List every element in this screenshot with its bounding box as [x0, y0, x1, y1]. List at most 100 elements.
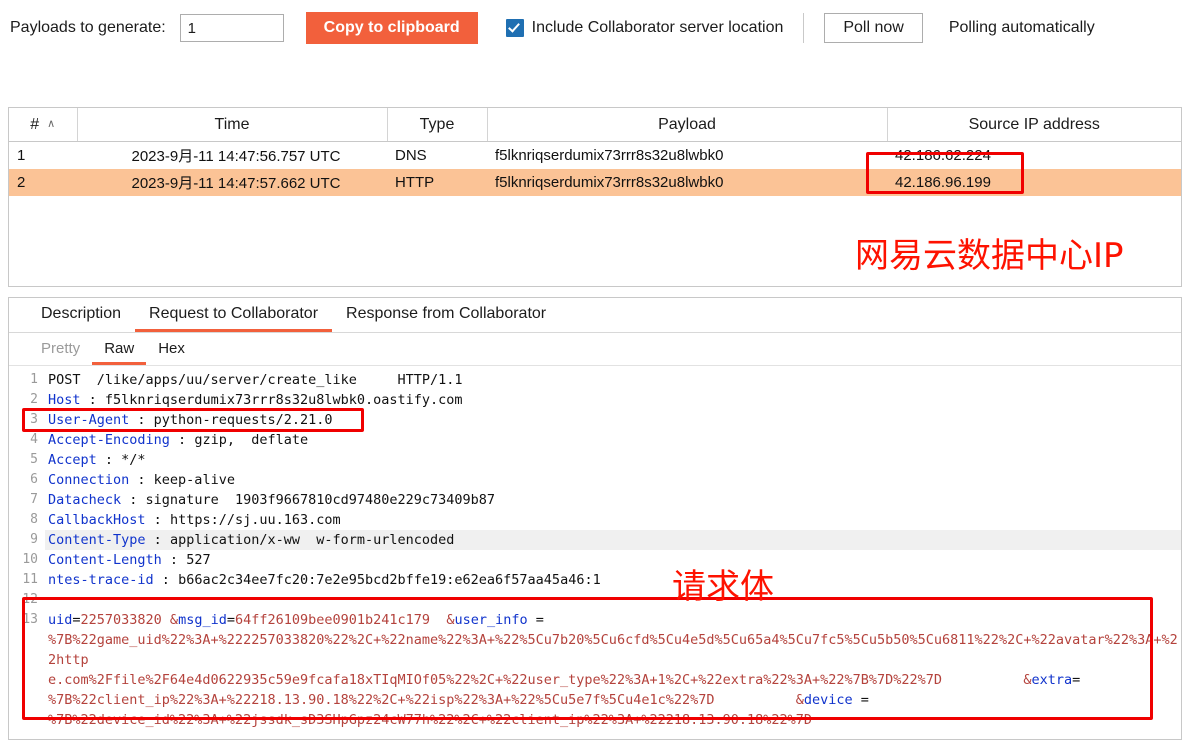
- request-header-text: POST /like/apps/uu/server/create_like HT…: [48, 372, 463, 388]
- header-value: f5lknriqserdumix73rrr8s32u8lwbk0.oastify…: [104, 392, 463, 408]
- body-param-value: 2257033820 &: [80, 612, 179, 628]
- line-number: 4: [30, 432, 38, 447]
- header-separator: :: [145, 532, 170, 548]
- interactions-table[interactable]: # ∧ Time Type Payload Source IP address 1…: [9, 108, 1181, 196]
- request-header-line: 11 ntes-trace-id : b66ac2c34ee7fc20:7e2e9…: [9, 570, 1181, 590]
- line-number: 2: [30, 392, 38, 407]
- line-number: 5: [30, 452, 38, 467]
- body-param-name: msg_id: [178, 612, 227, 628]
- line-number: 7: [30, 492, 38, 507]
- header-separator: :: [169, 432, 195, 448]
- body-param-value: %7B%22client_ip%22%3A+%22218.13.90.18%22…: [48, 692, 804, 708]
- request-header-line: 2 Host : f5lknriqserdumix73rrr8s32u8lwbk0…: [9, 390, 1181, 410]
- cell-time: 2023-9月-11 14:47:56.757 UTC: [131, 148, 341, 165]
- tab-description[interactable]: Description: [27, 305, 135, 332]
- header-value: b66ac2c34ee7fc20:7e2e95bcd2bffe19:e62ea6…: [178, 572, 601, 588]
- request-header-text: Content-Type : application/x-ww w-form-u…: [45, 530, 1181, 550]
- view-mode-tabs: Pretty Raw Hex: [9, 333, 1181, 366]
- header-name: Content-Length: [48, 552, 162, 568]
- header-value: python-requests/2.21.0: [153, 412, 333, 428]
- column-header-number-label: #: [30, 115, 40, 133]
- subtab-hex[interactable]: Hex: [146, 340, 197, 365]
- annotation-ip-note: 网易云数据中心IP: [855, 236, 1124, 276]
- body-param-value: 64ff26109bee0901b241c179 &: [235, 612, 455, 628]
- header-separator: :: [129, 472, 154, 488]
- header-name: Host: [48, 392, 81, 408]
- annotation-body-note: 请求体: [672, 567, 774, 607]
- request-header-line: 12: [9, 590, 1181, 610]
- request-header-line: 7 Datacheck : signature 1903f9667810cd974…: [9, 490, 1181, 510]
- request-header-text: Accept : */*: [45, 450, 1181, 470]
- cell-time: 2023-9月-11 14:47:57.662 UTC: [77, 169, 387, 196]
- body-param-name: device: [803, 692, 853, 708]
- body-equals: =: [1072, 672, 1081, 688]
- interaction-details-panel: Description Request to Collaborator Resp…: [8, 297, 1182, 740]
- line-number: 8: [30, 512, 38, 527]
- request-body-text: uid=2257033820 &msg_id=64ff26109bee0901b…: [45, 610, 1181, 730]
- request-header-text: User-Agent : python-requests/2.21.0: [45, 410, 1181, 430]
- header-name: Datacheck: [48, 492, 122, 508]
- payloads-to-generate-label: Payloads to generate:: [10, 19, 166, 36]
- request-header-text: Accept-Encoding : gzip, deflate: [45, 430, 1181, 450]
- body-equals: =: [72, 612, 81, 628]
- header-separator: :: [161, 552, 187, 568]
- column-header-payload[interactable]: Payload: [487, 108, 888, 142]
- payload-toolbar: Payloads to generate: Copy to clipboard …: [0, 0, 1190, 56]
- body-param-value: %7B%22game_uid%22%3A+%222257033820%22%2C…: [48, 632, 1178, 688]
- body-param-name: uid: [48, 612, 73, 628]
- subtab-pretty[interactable]: Pretty: [29, 340, 92, 365]
- header-value: 527: [186, 552, 211, 568]
- header-name: Accept-Encoding: [48, 432, 170, 448]
- request-code-viewer[interactable]: 1 POST /like/apps/uu/server/create_like H…: [9, 366, 1181, 730]
- toolbar-divider: [803, 13, 805, 43]
- table-row[interactable]: 1 2023-9月-11 14:47:56.757 UTC DNS f5lknr…: [9, 142, 1181, 170]
- column-header-number[interactable]: # ∧: [9, 108, 78, 142]
- column-header-time[interactable]: Time: [77, 108, 388, 142]
- header-name: Content-Type: [48, 532, 146, 548]
- poll-now-button[interactable]: Poll now: [824, 13, 923, 43]
- request-header-text: ntes-trace-id : b66ac2c34ee7fc20:7e2e95b…: [45, 570, 1181, 590]
- header-separator: :: [129, 412, 154, 428]
- details-tabs: Description Request to Collaborator Resp…: [9, 298, 1181, 333]
- header-value: gzip, deflate: [194, 432, 309, 448]
- header-name: CallbackHost: [48, 512, 146, 528]
- header-value: https://sj.uu.163.com: [169, 512, 341, 528]
- body-param-name: extra: [1031, 672, 1073, 688]
- cell-type: DNS: [395, 147, 427, 164]
- include-server-location-label: Include Collaborator server location: [531, 19, 784, 36]
- body-param-name: user_info: [454, 612, 528, 628]
- tab-request-to-collaborator[interactable]: Request to Collaborator: [135, 305, 333, 332]
- request-header-line: 5 Accept : */*: [9, 450, 1181, 470]
- line-number: 1: [30, 372, 38, 387]
- request-header-line: 10 Content-Length : 527: [9, 550, 1181, 570]
- request-header-text: Content-Length : 527: [45, 550, 1181, 570]
- payloads-count-input[interactable]: [179, 14, 284, 42]
- line-number: 6: [30, 472, 38, 487]
- tab-response-from-collaborator[interactable]: Response from Collaborator: [332, 305, 560, 332]
- cell-type: HTTP: [387, 169, 487, 196]
- request-header-text: Connection : keep-alive: [45, 470, 1181, 490]
- header-value: signature 1903f9667810cd97480e229c73409b…: [145, 492, 496, 508]
- cell-payload: f5lknriqserdumix73rrr8s32u8lwbk0: [487, 169, 887, 196]
- table-row[interactable]: 2 2023-9月-11 14:47:57.662 UTC HTTP f5lkn…: [9, 169, 1181, 196]
- include-server-location-checkbox-row[interactable]: Include Collaborator server location: [505, 19, 784, 37]
- header-separator: :: [80, 392, 105, 408]
- table-header-row: # ∧ Time Type Payload Source IP address: [9, 108, 1181, 142]
- body-equals: =: [852, 692, 878, 708]
- request-headers: 1 POST /like/apps/uu/server/create_like H…: [9, 370, 1181, 610]
- column-header-type[interactable]: Type: [387, 108, 488, 142]
- request-header-text: Host : f5lknriqserdumix73rrr8s32u8lwbk0.…: [45, 390, 1181, 410]
- header-name: ntes-trace-id: [48, 572, 154, 588]
- header-name: Connection: [48, 472, 130, 488]
- header-name: Accept: [48, 452, 97, 468]
- cell-source-ip: 42.186.62.224: [895, 147, 991, 164]
- copy-to-clipboard-button[interactable]: Copy to clipboard: [305, 12, 478, 44]
- cell-payload: f5lknriqserdumix73rrr8s32u8lwbk0: [495, 147, 724, 164]
- checkbox-checked-icon[interactable]: [505, 19, 524, 37]
- request-header-text: Datacheck : signature 1903f9667810cd9748…: [45, 490, 1181, 510]
- request-header-line: 8 CallbackHost : https://sj.uu.163.com: [9, 510, 1181, 530]
- body-equals: =: [527, 612, 552, 628]
- column-header-source-ip[interactable]: Source IP address: [887, 108, 1181, 142]
- request-header-line: 1 POST /like/apps/uu/server/create_like H…: [9, 370, 1181, 390]
- subtab-raw[interactable]: Raw: [92, 340, 147, 365]
